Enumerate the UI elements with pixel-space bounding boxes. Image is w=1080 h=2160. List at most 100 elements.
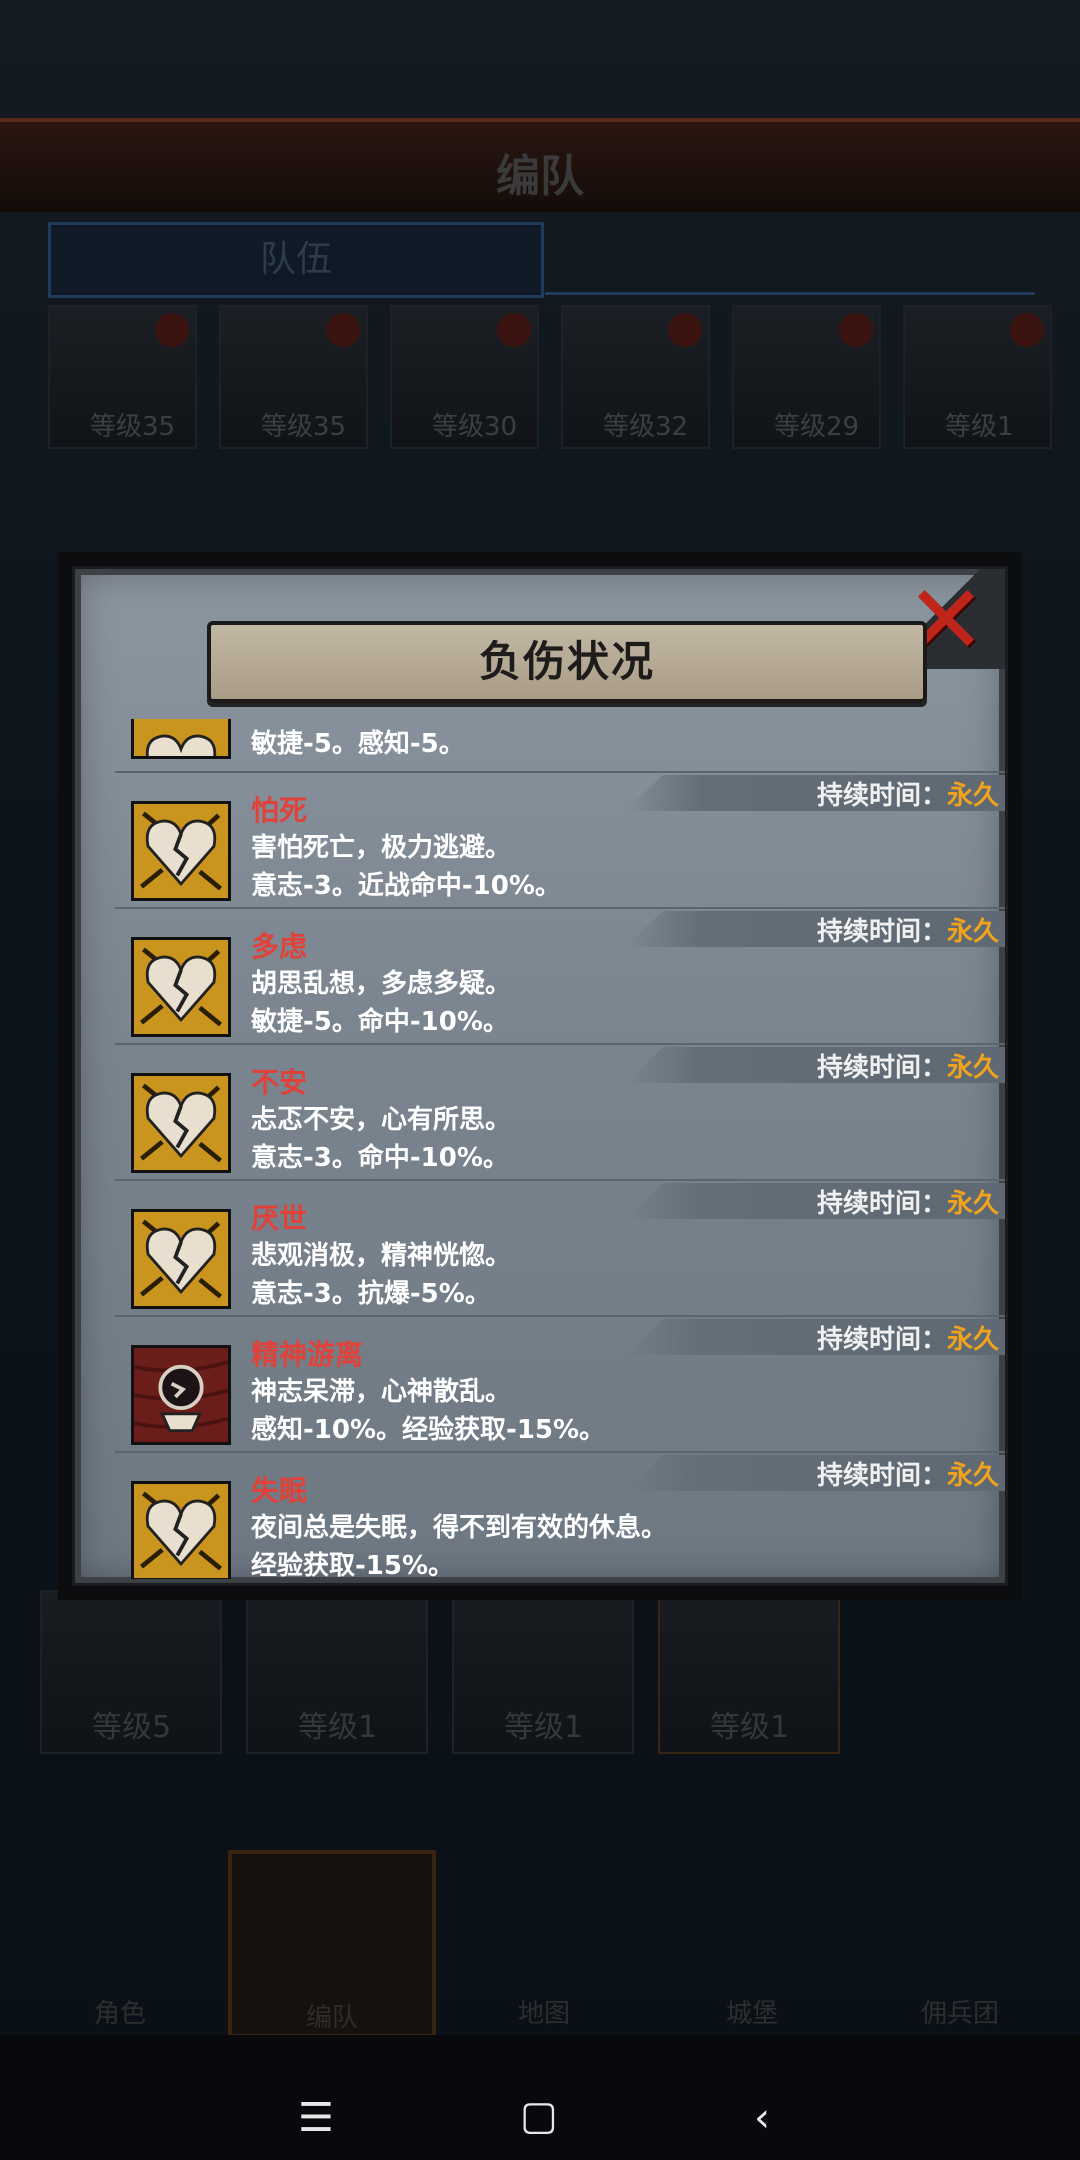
nav-label: 角色 [93,1999,146,2029]
nav-formation: 编队 [228,1850,436,2038]
team-hero-row: 等级35 等级35 等级30 等级32 等级29 等级1 [48,305,1052,449]
duration: 持续时间：永久 [817,1183,999,1220]
bottom-nav: 角色 编队 地图 城堡 佣兵团 [20,1850,1060,2038]
list-item: 敏捷-5。感知-5。 [115,719,1005,773]
roster-card: 等级1 [246,1590,428,1754]
list-item: 持续时间：永久 厌世 悲观消极，精神恍惚。 意志-3。抗爆-5%。 [115,1179,1005,1317]
hero-level: 等级29 [774,412,860,442]
home-icon[interactable]: ▢ [520,2093,558,2139]
broken-heart-icon [131,1209,231,1309]
injury-name: 精神游离 [251,1338,364,1371]
injury-list[interactable]: 敏捷-5。感知-5。 持续时间：永久 怕死 害怕死亡，极力逃避。 意志-3。近战… [115,719,1005,1579]
hero-card: 等级35 [48,305,197,449]
injury-name: 失眠 [251,1474,308,1507]
remove-icon [497,313,531,347]
hero-card: 等级35 [219,305,368,449]
remove-icon [326,313,360,347]
roster-card: 等级1 [452,1590,634,1754]
list-item: 持续时间：永久 怕死 害怕死亡，极力逃避。 意志-3。近战命中-10%。 [115,771,1005,909]
hero-level: 等级1 [945,412,1014,442]
duration-label: 持续时间： [816,1053,947,1083]
hero-level: 等级35 [90,412,176,442]
hero-level: 等级35 [261,412,347,442]
nav-mercenary: 佣兵团 [860,1850,1060,2030]
injury-stats: 敏捷-5。命中-10%。 [251,1007,509,1037]
duration: 持续时间：永久 [817,911,999,948]
system-nav-bar: ☰ ▢ ‹ [0,2035,1080,2160]
hero-level: 等级5 [92,1710,172,1745]
page-title: 编队 [496,151,584,202]
hero-level: 等级1 [710,1710,790,1745]
nav-castle: 城堡 [652,1850,852,2030]
hero-level: 等级32 [603,412,689,442]
dialog-title: 负伤状况 [478,637,655,686]
injury-name: 怕死 [251,794,308,827]
injury-description: 胡思乱想，多虑多疑。 [251,969,512,999]
injury-description: 害怕死亡，极力逃避。 [251,833,512,863]
injury-name: 厌世 [251,1202,308,1235]
hero-card: 等级30 [390,305,539,449]
hero-card: 等级32 [561,305,710,449]
menu-icon[interactable]: ☰ [298,2095,334,2141]
injury-description: 悲观消极，精神恍惚。 [251,1241,512,1271]
hero-level: 等级1 [298,1710,378,1745]
injury-name: 不安 [251,1066,308,1099]
list-item: 持续时间：永久 多虑 胡思乱想，多虑多疑。 敏捷-5。命中-10%。 [115,907,1005,1045]
roster-hero-row: 等级5 等级1 等级1 等级1 [40,1590,840,1754]
nav-label: 城堡 [725,1999,778,2029]
duration-label: 持续时间： [816,781,947,811]
injury-stats: 意志-3。命中-10%。 [251,1143,509,1173]
shattered-mind-icon [131,1345,231,1445]
tab-other [545,222,1035,295]
hero-card: 等级1 [903,305,1052,449]
duration-label: 持续时间： [816,1189,947,1219]
injury-stats: 经验获取-15%。 [251,1551,455,1579]
duration-value: 永久 [946,781,999,811]
injury-description: 神志呆滞，心神散乱。 [251,1377,512,1407]
injury-description: 忐忑不安，心有所思。 [251,1105,512,1135]
injury-stats: 意志-3。抗爆-5%。 [251,1279,491,1309]
duration-value: 永久 [946,1053,999,1083]
remove-icon [155,313,189,347]
hero-level: 等级30 [432,412,518,442]
duration-value: 永久 [946,1325,999,1355]
injury-name: 多虑 [251,930,308,963]
duration-value: 永久 [946,917,999,947]
duration: 持续时间：永久 [817,775,999,812]
injury-stats: 感知-10%。经验获取-15%。 [251,1415,606,1445]
nav-character: 角色 [20,1850,220,2030]
broken-heart-icon [131,801,231,901]
nav-label: 地图 [517,1999,570,2029]
hero-level: 等级1 [504,1710,584,1745]
broken-heart-icon [131,937,231,1037]
duration: 持续时间：永久 [817,1047,999,1084]
back-icon[interactable]: ‹ [754,2095,770,2141]
duration-value: 永久 [946,1461,999,1491]
nav-label: 佣兵团 [920,1999,999,2029]
nav-map: 地图 [444,1850,644,2030]
roster-card: 等级1 [658,1590,840,1754]
nav-label: 编队 [305,2003,358,2033]
roster-card: 等级5 [40,1590,222,1754]
list-item: 持续时间：永久 不安 忐忑不安，心有所思。 意志-3。命中-10%。 [115,1043,1005,1181]
remove-icon [839,313,873,347]
injury-description: 夜间总是失眠，得不到有效的休息。 [251,1513,668,1543]
broken-heart-icon [131,719,231,759]
tab-team: 队伍 [48,222,544,298]
list-item: 持续时间：永久 精神游离 神志呆滞，心神散乱。 感知-10%。经验获取-15%。 [115,1315,1005,1453]
injury-stats: 意志-3。近战命中-10%。 [251,871,561,901]
duration-label: 持续时间： [816,1461,947,1491]
injury-status-dialog: ✕ 负伤状况 敏捷-5。感知-5。 持续时间：永久 怕死 害怕死亡，极力逃避。 … [58,552,1022,1600]
remove-icon [1010,313,1044,347]
title-banner: 负伤状况 [207,621,927,703]
list-item: 持续时间：永久 失眠 夜间总是失眠，得不到有效的休息。 经验获取-15%。 [115,1451,1005,1579]
duration-value: 永久 [946,1189,999,1219]
duration: 持续时间：永久 [817,1455,999,1492]
hero-card: 等级29 [732,305,881,449]
broken-heart-icon [131,1073,231,1173]
duration: 持续时间：永久 [817,1319,999,1356]
duration-label: 持续时间： [816,1325,947,1355]
remove-icon [668,313,702,347]
broken-heart-icon [131,1481,231,1579]
duration-label: 持续时间： [816,917,947,947]
